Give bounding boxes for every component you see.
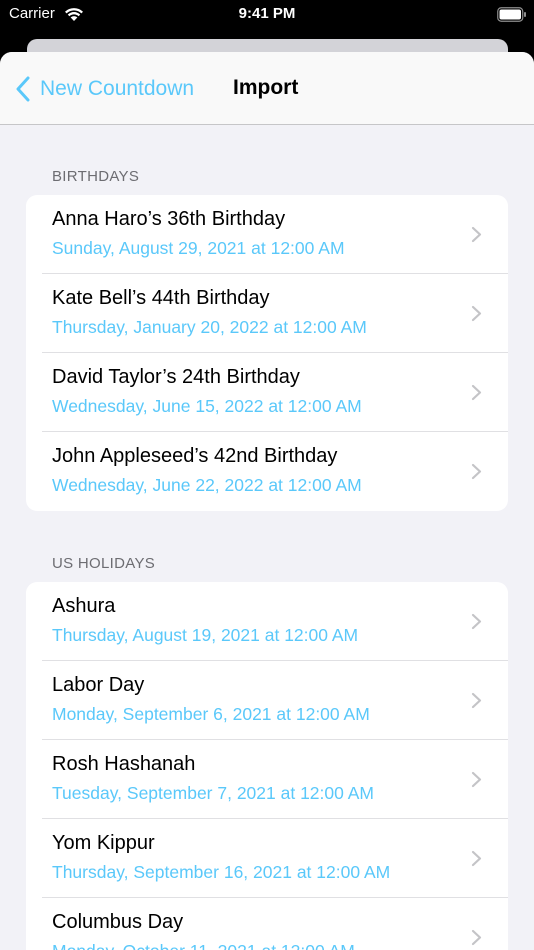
us-holidays-list: Ashura Thursday, August 19, 2021 at 12:0… xyxy=(26,582,508,950)
chevron-right-icon xyxy=(471,771,482,788)
section-header-birthdays: BIRTHDAYS xyxy=(52,168,140,185)
item-title: Kate Bell’s 44th Birthday xyxy=(52,287,270,309)
item-title: Labor Day xyxy=(52,674,145,696)
item-title: Columbus Day xyxy=(52,911,184,933)
chevron-left-icon xyxy=(16,76,30,102)
chevron-right-icon xyxy=(471,613,482,630)
item-title: Ashura xyxy=(52,595,116,617)
battery-icon xyxy=(497,7,526,22)
list-item[interactable]: John Appleseed’s 42nd Birthday Wednesday… xyxy=(26,432,508,511)
item-title: David Taylor’s 24th Birthday xyxy=(52,366,300,388)
list-item[interactable]: Kate Bell’s 44th Birthday Thursday, Janu… xyxy=(26,274,508,353)
list-item[interactable]: Anna Haro’s 36th Birthday Sunday, August… xyxy=(26,195,508,274)
item-date: Sunday, August 29, 2021 at 12:00 AM xyxy=(52,238,345,258)
item-title: Anna Haro’s 36th Birthday xyxy=(52,208,286,230)
chevron-right-icon xyxy=(471,384,482,401)
item-date: Thursday, September 16, 2021 at 12:00 AM xyxy=(52,862,391,882)
item-title: John Appleseed’s 42nd Birthday xyxy=(52,445,338,467)
navigation-bar: New Countdown Import xyxy=(0,52,534,125)
back-button-label: New Countdown xyxy=(40,77,195,100)
list-item[interactable]: David Taylor’s 24th Birthday Wednesday, … xyxy=(26,353,508,432)
item-date: Monday, September 6, 2021 at 12:00 AM xyxy=(52,704,370,724)
page-title: Import xyxy=(233,76,299,99)
item-title: Rosh Hashanah xyxy=(52,753,196,775)
list-item[interactable]: Ashura Thursday, August 19, 2021 at 12:0… xyxy=(26,582,508,661)
item-title: Yom Kippur xyxy=(52,832,155,854)
birthdays-list: Anna Haro’s 36th Birthday Sunday, August… xyxy=(26,195,508,511)
list-item[interactable]: Rosh Hashanah Tuesday, September 7, 2021… xyxy=(26,740,508,819)
chevron-right-icon xyxy=(471,463,482,480)
list-item[interactable]: Columbus Day Monday, October 11, 2021 at… xyxy=(26,898,508,950)
chevron-right-icon xyxy=(471,850,482,867)
back-button[interactable]: New Countdown xyxy=(14,74,194,104)
item-date: Thursday, January 20, 2022 at 12:00 AM xyxy=(52,317,367,337)
item-date: Thursday, August 19, 2021 at 12:00 AM xyxy=(52,625,359,645)
chevron-right-icon xyxy=(471,305,482,322)
import-sheet: New Countdown Import BIRTHDAYS Anna Haro… xyxy=(0,52,534,950)
item-date: Tuesday, September 7, 2021 at 12:00 AM xyxy=(52,783,375,803)
list-item[interactable]: Labor Day Monday, September 6, 2021 at 1… xyxy=(26,661,508,740)
list-item[interactable]: Yom Kippur Thursday, September 16, 2021 … xyxy=(26,819,508,898)
chevron-right-icon xyxy=(471,692,482,709)
item-date: Monday, October 11, 2021 at 12:00 AM xyxy=(52,941,355,950)
status-bar: Carrier 9:41 PM xyxy=(0,0,534,30)
chevron-right-icon xyxy=(471,929,482,946)
item-date: Wednesday, June 15, 2022 at 12:00 AM xyxy=(52,396,362,416)
item-date: Wednesday, June 22, 2022 at 12:00 AM xyxy=(52,475,362,495)
status-time: 9:41 PM xyxy=(238,5,296,22)
section-header-us-holidays: US HOLIDAYS xyxy=(52,555,156,572)
chevron-right-icon xyxy=(471,226,482,243)
